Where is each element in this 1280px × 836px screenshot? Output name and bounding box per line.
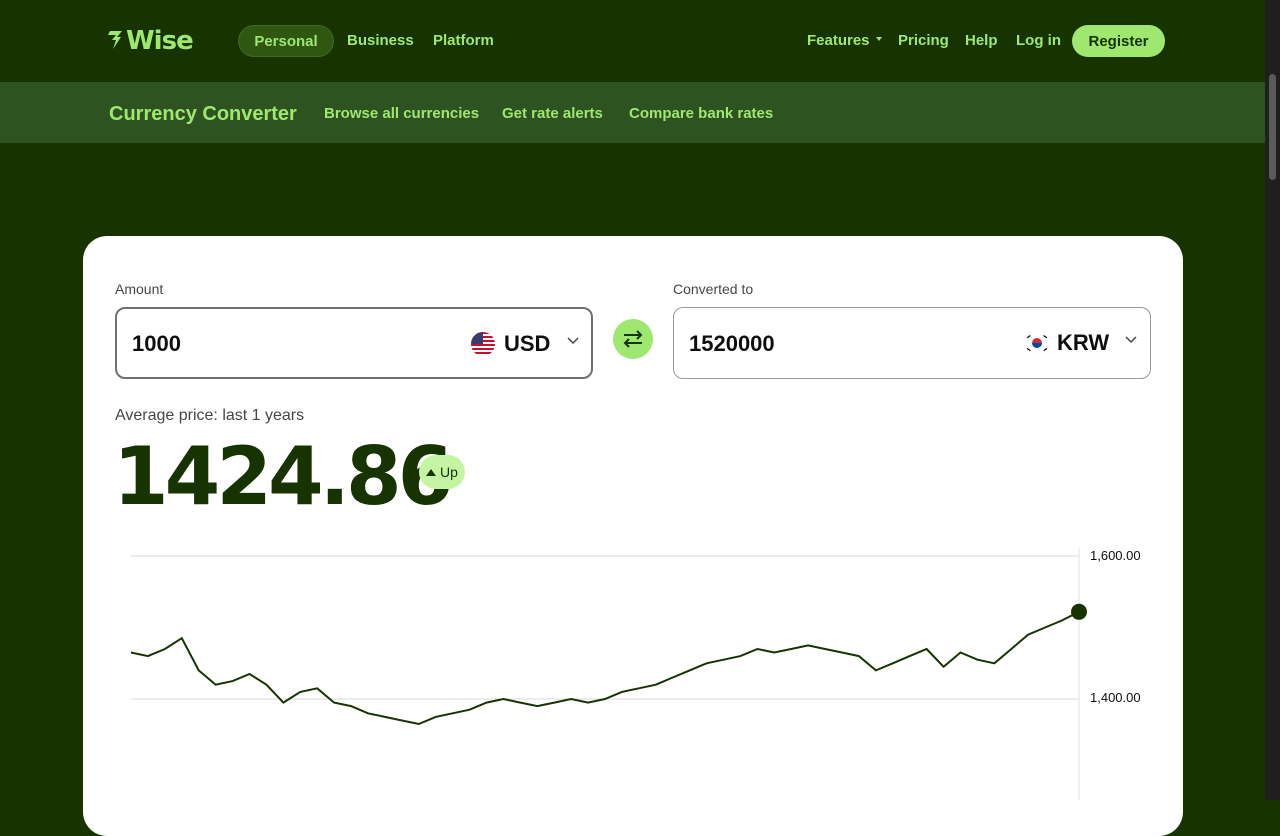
- amount-input[interactable]: 1000: [132, 331, 181, 357]
- nav-login[interactable]: Log in: [1016, 32, 1061, 50]
- chevron-down-icon[interactable]: [567, 337, 579, 345]
- kr-flag-icon: [1025, 331, 1049, 355]
- trend-label: Up: [440, 464, 458, 480]
- swap-currencies-button[interactable]: [613, 319, 653, 359]
- triangle-up-icon: [426, 468, 437, 476]
- nav-platform[interactable]: Platform: [433, 32, 494, 50]
- from-currency-code[interactable]: USD: [504, 331, 550, 357]
- chevron-down-icon[interactable]: [1125, 336, 1137, 344]
- amount-label: Amount: [115, 281, 164, 297]
- nav-features[interactable]: Features: [807, 32, 882, 50]
- scrollbar[interactable]: [1265, 0, 1280, 800]
- nav-business[interactable]: Business: [347, 32, 414, 50]
- browse-currencies-link[interactable]: Browse all currencies: [324, 105, 479, 123]
- rate-alerts-link[interactable]: Get rate alerts: [502, 105, 603, 123]
- us-flag-icon: [471, 332, 495, 356]
- compare-bank-rates-link[interactable]: Compare bank rates: [629, 105, 773, 123]
- nav-features-label: Features: [807, 32, 870, 49]
- wise-logo[interactable]: Wise: [108, 27, 200, 53]
- converted-field[interactable]: 1520000 KRW: [673, 307, 1151, 379]
- average-rate-value: 1424.86: [113, 430, 453, 523]
- page-title[interactable]: Currency Converter: [109, 102, 297, 126]
- nav-personal[interactable]: Personal: [238, 25, 334, 57]
- nav-help[interactable]: Help: [965, 32, 998, 50]
- average-price-label: Average price: last 1 years: [115, 407, 305, 424]
- nav-pricing[interactable]: Pricing: [898, 32, 949, 50]
- to-currency-code[interactable]: KRW: [1057, 330, 1109, 356]
- y-tick-label-top: 1,600.00: [1090, 548, 1141, 563]
- y-tick-label-middle: 1,400.00: [1090, 690, 1141, 705]
- register-button[interactable]: Register: [1072, 25, 1165, 57]
- converted-input[interactable]: 1520000: [689, 331, 775, 357]
- caret-down-icon: [875, 37, 882, 42]
- svg-text:Wise: Wise: [126, 27, 193, 53]
- scrollbar-thumb[interactable]: [1269, 74, 1276, 180]
- amount-field[interactable]: 1000 USD: [115, 307, 593, 379]
- trend-badge: Up: [419, 455, 465, 489]
- converted-label: Converted to: [673, 281, 754, 297]
- swap-arrows-icon: [623, 330, 643, 348]
